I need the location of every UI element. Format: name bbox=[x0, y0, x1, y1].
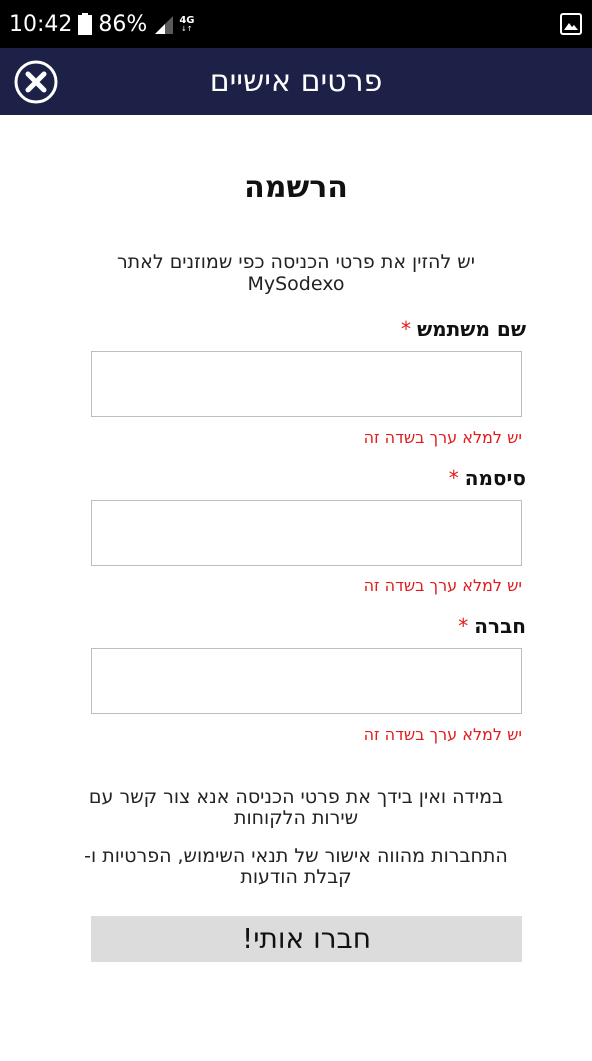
required-mark: * bbox=[448, 466, 459, 490]
network-badge: 4G ↓↑ bbox=[179, 14, 195, 33]
company-label: חברה* bbox=[458, 614, 526, 638]
app-header: פרטים אישיים bbox=[0, 48, 592, 115]
signal-icon bbox=[153, 14, 175, 34]
intro-line: יש להזין את פרטי הכניסה כפי שמוזנים לאתר bbox=[116, 251, 476, 273]
terms-text: התחברות מהווה אישור של תנאי השימוש, הפרט… bbox=[84, 845, 508, 888]
username-error: יש למלא ערך בשדה זה bbox=[363, 428, 522, 447]
battery-percent: 86% bbox=[98, 11, 148, 37]
app-frame: 10:42 86% 4G ↓↑ פרטים אישיים הרשמה יש לה… bbox=[0, 0, 592, 1061]
connect-me-button[interactable]: חברו אותי! bbox=[91, 916, 522, 962]
company-label-text: חברה bbox=[474, 614, 526, 638]
username-label-text: שם משתמש bbox=[417, 317, 526, 341]
required-mark: * bbox=[458, 614, 469, 638]
form-title: הרשמה bbox=[244, 170, 348, 205]
intro-text: יש להזין את פרטי הכניסה כפי שמוזנים לאתר… bbox=[60, 251, 532, 295]
password-error: יש למלא ערך בשדה זה bbox=[363, 576, 522, 595]
page-title: פרטים אישיים bbox=[209, 64, 383, 99]
company-error: יש למלא ערך בשדה זה bbox=[363, 725, 522, 744]
company-input[interactable] bbox=[91, 648, 522, 714]
data-arrows-icon: ↓↑ bbox=[181, 24, 193, 33]
password-input[interactable] bbox=[91, 500, 522, 566]
username-input[interactable] bbox=[91, 351, 522, 417]
registration-form: הרשמה יש להזין את פרטי הכניסה כפי שמוזני… bbox=[0, 115, 592, 1061]
network-type: 4G bbox=[179, 14, 195, 26]
image-icon bbox=[560, 13, 582, 35]
help-text: במידה ואין בידך את פרטי הכניסה אנא צור ק… bbox=[88, 786, 504, 829]
intro-brand: MySodexo bbox=[247, 273, 345, 295]
password-label: סיסמה* bbox=[449, 466, 526, 490]
status-left: 10:42 86% 4G ↓↑ bbox=[9, 0, 194, 48]
status-time: 10:42 bbox=[9, 11, 73, 37]
required-mark: * bbox=[401, 317, 411, 341]
battery-icon bbox=[78, 13, 93, 35]
status-bar: 10:42 86% 4G ↓↑ bbox=[0, 0, 592, 48]
username-label: שם משתמש* bbox=[401, 317, 526, 341]
password-label-text: סיסמה bbox=[464, 466, 526, 490]
